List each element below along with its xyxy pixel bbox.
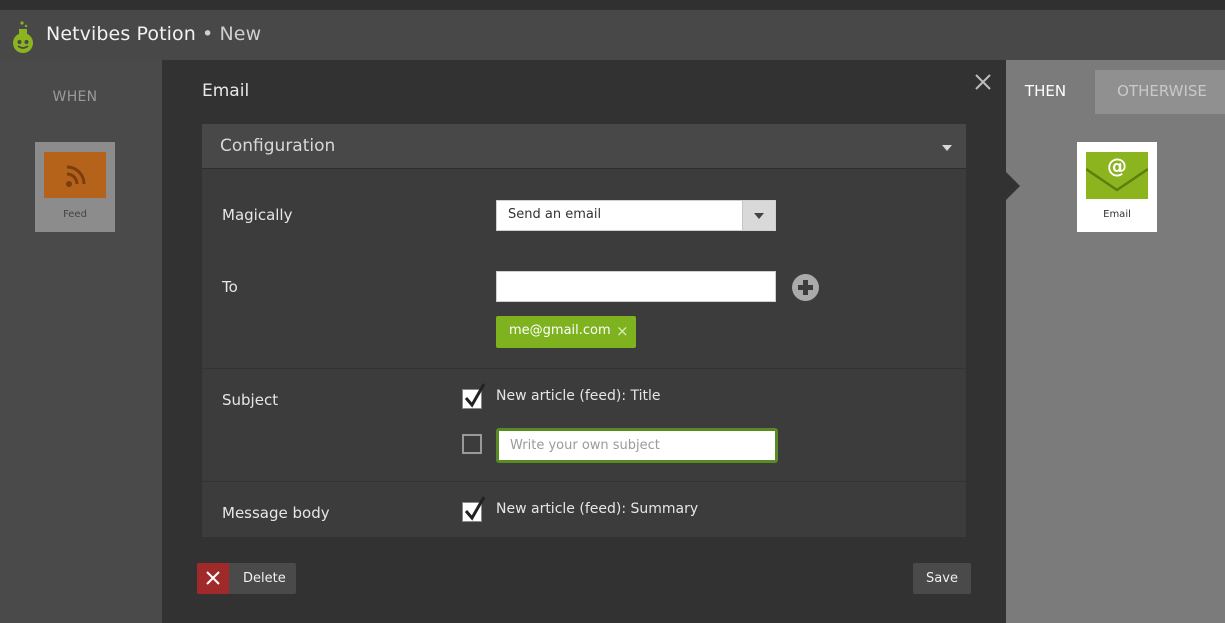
remove-recipient-icon[interactable]: × xyxy=(616,322,629,340)
save-button[interactable]: Save xyxy=(913,563,971,594)
subject-label: Subject xyxy=(222,391,279,409)
app-title: Netvibes Potion • New xyxy=(46,23,261,45)
chevron-down-icon xyxy=(942,145,952,151)
select-dropdown-button[interactable] xyxy=(742,201,775,230)
app-subtitle: New xyxy=(219,23,262,45)
save-label: Save xyxy=(926,571,958,586)
message-option-text: New article (feed): Summary xyxy=(496,501,699,517)
custom-subject-input[interactable] xyxy=(499,431,775,460)
tab-otherwise[interactable]: OTHERWISE xyxy=(1095,70,1225,114)
to-label: To xyxy=(222,278,238,296)
recipient-tag-text: me@gmail.com xyxy=(509,323,611,338)
subject-option-checkbox[interactable] xyxy=(462,383,486,409)
panel-pointer xyxy=(1006,172,1020,200)
modal-title: Email xyxy=(202,81,250,101)
magically-selected-value: Send an email xyxy=(508,207,602,222)
recipient-tag: me@gmail.com × xyxy=(496,316,636,348)
app-header: Netvibes Potion • New xyxy=(0,10,1225,60)
when-panel: WHEN Feed xyxy=(0,60,162,623)
chevron-down-icon xyxy=(754,213,764,219)
email-envelope-icon: @ xyxy=(1085,152,1149,199)
tab-then-label: THEN xyxy=(1024,82,1067,100)
magically-label: Magically xyxy=(222,206,293,224)
add-recipient-button[interactable] xyxy=(792,274,819,301)
tab-then[interactable]: THEN xyxy=(1006,70,1085,114)
configuration-label: Configuration xyxy=(220,136,336,156)
configuration-section: Configuration Magically Send an email To… xyxy=(202,124,966,537)
divider xyxy=(202,481,966,482)
email-config-modal: Email Configuration Magically Send an em… xyxy=(162,60,1006,623)
app-name: Netvibes Potion xyxy=(46,23,196,45)
configuration-header[interactable]: Configuration xyxy=(202,124,966,169)
plus-icon-stroke xyxy=(803,280,808,295)
email-action-tile[interactable]: @ Email xyxy=(1077,142,1157,232)
divider xyxy=(202,368,966,369)
checkmark-icon xyxy=(464,383,486,408)
feed-label: Feed xyxy=(63,209,87,220)
checkmark-icon xyxy=(464,496,486,521)
close-icon[interactable] xyxy=(972,71,994,93)
custom-subject-checkbox[interactable] xyxy=(462,434,482,454)
message-body-label: Message body xyxy=(222,504,330,522)
delete-label: Delete xyxy=(243,571,286,586)
subject-option-text: New article (feed): Title xyxy=(496,388,661,404)
message-option-checkbox[interactable] xyxy=(462,496,486,522)
delete-button[interactable]: Delete xyxy=(197,563,296,594)
rss-icon xyxy=(44,152,106,198)
svg-text:@: @ xyxy=(1107,154,1127,178)
delete-icon xyxy=(197,563,229,594)
feed-trigger-tile[interactable]: Feed xyxy=(35,142,115,232)
email-action-label: Email xyxy=(1103,209,1131,220)
potion-logo-icon xyxy=(13,21,33,53)
when-label: WHEN xyxy=(52,89,98,105)
tab-otherwise-label: OTHERWISE xyxy=(1117,82,1207,100)
custom-subject-field[interactable] xyxy=(496,428,778,463)
title-separator: • xyxy=(202,23,214,45)
magically-select[interactable]: Send an email xyxy=(496,200,776,231)
to-email-input[interactable] xyxy=(496,271,776,302)
